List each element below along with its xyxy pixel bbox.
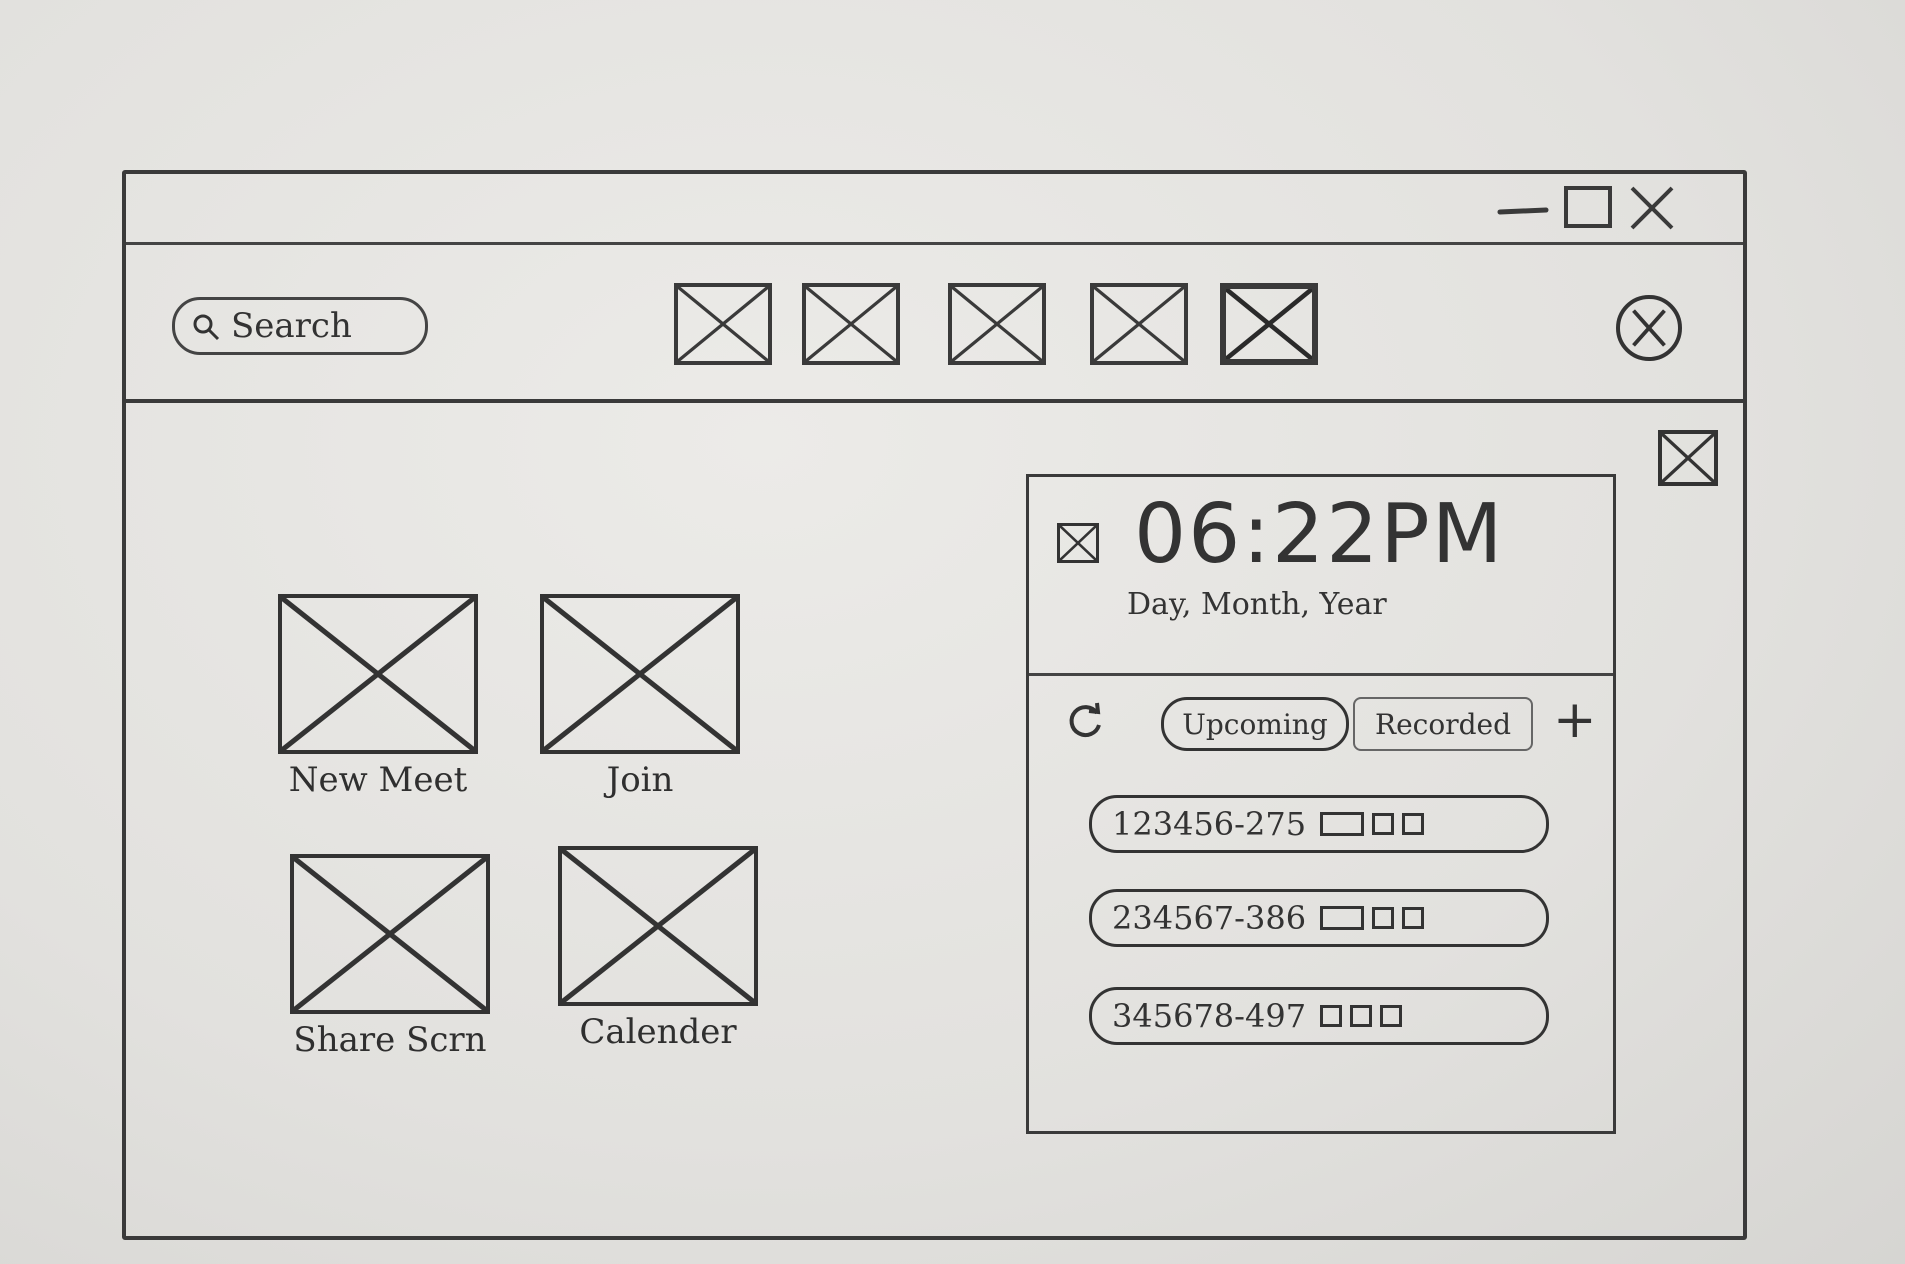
- meeting-action-icon[interactable]: [1372, 813, 1395, 835]
- nav-button-4[interactable]: [1090, 283, 1188, 365]
- new-meeting-button[interactable]: New Meet: [278, 594, 478, 800]
- meetings-panel: 06:22PM Day, Month, Year Upcoming Record…: [1026, 474, 1616, 1134]
- refresh-button[interactable]: [1063, 699, 1107, 743]
- main-toolbar: Search: [126, 245, 1743, 403]
- join-label: Join: [606, 760, 674, 800]
- app-window: Search New Meet Join Share Scrn Calender…: [122, 170, 1747, 1240]
- clock-image-icon: [1057, 523, 1099, 563]
- join-icon: [540, 594, 740, 754]
- minimize-button[interactable]: [1496, 184, 1550, 232]
- meeting-action-icon[interactable]: [1350, 1005, 1373, 1027]
- meeting-action-icon[interactable]: [1372, 907, 1395, 929]
- placeholder-image-icon: [1226, 289, 1312, 359]
- search-input[interactable]: Search: [172, 297, 428, 355]
- meeting-id: 234567-386: [1112, 899, 1307, 937]
- placeholder-image-icon: [806, 287, 896, 361]
- placeholder-image-icon: [1094, 287, 1184, 361]
- meeting-action-icon[interactable]: [1380, 1005, 1403, 1027]
- tab-upcoming[interactable]: Upcoming: [1161, 697, 1349, 751]
- nav-button-5[interactable]: [1220, 283, 1318, 365]
- meeting-actions: [1320, 1005, 1403, 1027]
- current-date: Day, Month, Year: [1127, 587, 1387, 622]
- search-icon: [191, 311, 221, 341]
- meeting-tabs-row: Upcoming Recorded +: [1029, 673, 1613, 763]
- meeting-row[interactable]: 234567-386: [1089, 889, 1549, 947]
- placeholder-image-icon: [952, 287, 1042, 361]
- meeting-actions: [1320, 906, 1425, 930]
- share-screen-label: Share Scrn: [293, 1020, 487, 1060]
- placeholder-image-icon: [1662, 434, 1714, 482]
- share-screen-icon: [290, 854, 490, 1014]
- meeting-row[interactable]: 345678-497: [1089, 987, 1549, 1045]
- close-button[interactable]: [1626, 184, 1680, 232]
- current-time: 06:22PM: [1134, 487, 1505, 582]
- nav-button-2[interactable]: [802, 283, 900, 365]
- new-meeting-icon: [278, 594, 478, 754]
- clock-area: 06:22PM Day, Month, Year: [1029, 477, 1613, 676]
- new-meeting-label: New Meet: [288, 760, 468, 800]
- meeting-actions: [1320, 812, 1425, 836]
- minimize-icon: [1497, 207, 1549, 215]
- meeting-id: 345678-497: [1112, 997, 1307, 1035]
- nav-button-1[interactable]: [674, 283, 772, 365]
- calendar-icon: [558, 846, 758, 1006]
- calendar-label: Calender: [579, 1012, 737, 1052]
- meeting-id: 123456-275: [1112, 805, 1307, 843]
- meeting-row[interactable]: 123456-275: [1089, 795, 1549, 853]
- meeting-action-icon[interactable]: [1402, 813, 1425, 835]
- nav-button-3[interactable]: [948, 283, 1046, 365]
- meeting-action-icon[interactable]: [1320, 812, 1365, 836]
- calendar-button[interactable]: Calender: [558, 846, 758, 1052]
- add-meeting-button[interactable]: +: [1553, 693, 1597, 747]
- close-icon: [1630, 186, 1674, 230]
- meeting-action-icon[interactable]: [1320, 906, 1365, 930]
- title-bar: [126, 174, 1743, 245]
- corner-settings-button[interactable]: [1658, 430, 1718, 486]
- meeting-action-icon[interactable]: [1320, 1005, 1343, 1027]
- avatar-icon: [1632, 309, 1666, 347]
- meeting-action-icon[interactable]: [1402, 907, 1425, 929]
- profile-avatar[interactable]: [1616, 295, 1682, 361]
- placeholder-image-icon: [678, 287, 768, 361]
- maximize-icon: [1564, 186, 1612, 228]
- search-placeholder: Search: [231, 306, 352, 346]
- tab-recorded[interactable]: Recorded: [1353, 697, 1533, 751]
- join-button[interactable]: Join: [540, 594, 740, 800]
- share-screen-button[interactable]: Share Scrn: [290, 854, 490, 1060]
- refresh-icon: [1069, 702, 1101, 738]
- maximize-button[interactable]: [1562, 184, 1616, 232]
